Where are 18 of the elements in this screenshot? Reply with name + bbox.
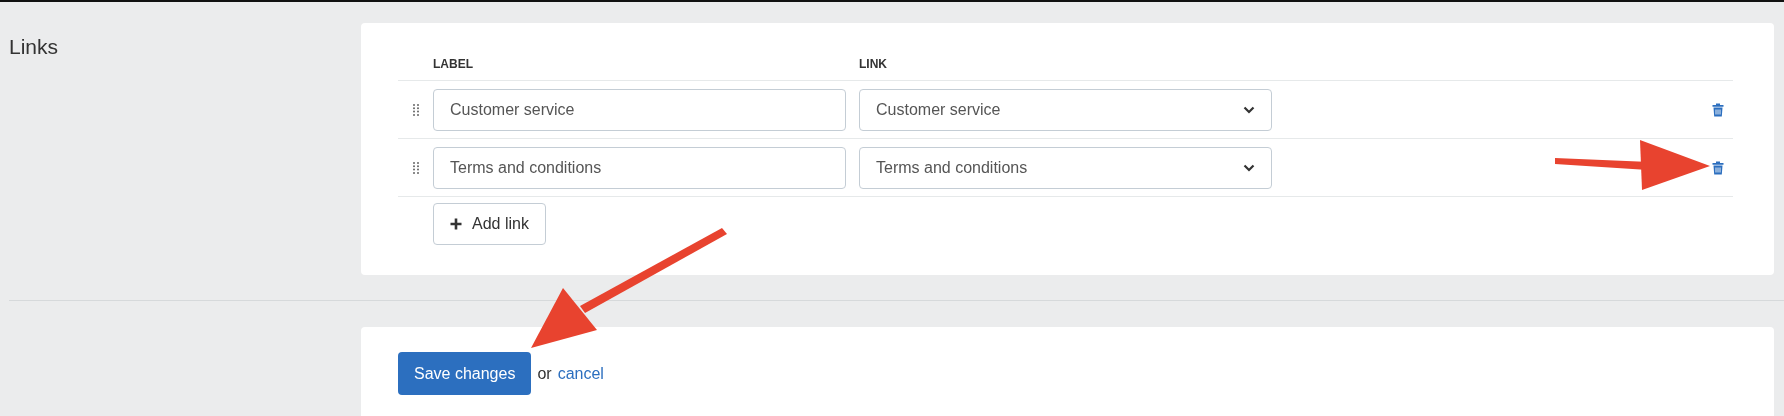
drag-handle-icon[interactable] <box>412 161 419 174</box>
caret-icon <box>1243 105 1255 114</box>
add-link-button[interactable]: Add link <box>433 203 546 245</box>
link-select[interactable]: Terms and conditions <box>859 146 1272 189</box>
save-button[interactable]: Save changes <box>398 352 532 395</box>
plus-icon <box>450 218 462 230</box>
column-header: LINK <box>859 57 888 71</box>
label-input[interactable]: Customer service <box>433 88 846 131</box>
drag-handle-icon[interactable] <box>412 103 419 116</box>
trash-icon[interactable] <box>1712 160 1724 175</box>
cancel-link[interactable]: cancel <box>557 352 604 395</box>
column-header: LABEL <box>433 57 474 71</box>
section-title: Links <box>9 35 60 59</box>
or-text: or <box>537 364 552 384</box>
link-select[interactable]: Customer service <box>859 88 1272 131</box>
trash-icon[interactable] <box>1712 102 1724 117</box>
caret-icon <box>1243 163 1255 172</box>
label-input[interactable]: Terms and conditions <box>433 146 846 189</box>
